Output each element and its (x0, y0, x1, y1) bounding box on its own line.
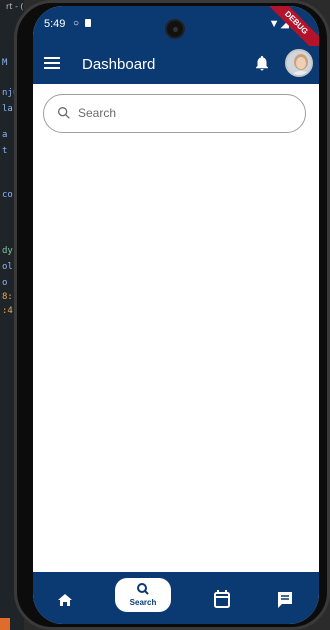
ide-fragment: a (2, 130, 8, 140)
ide-fragment: :4 (2, 306, 13, 316)
ide-fragment: t (2, 146, 8, 156)
bottom-navigation: Search (33, 572, 319, 624)
status-time: 5:49 (44, 18, 66, 30)
ide-fragment: co (2, 190, 13, 200)
calendar-icon (214, 590, 230, 608)
status-bar: 5:49 ○ ▼◢▮ DEBUG (33, 6, 319, 60)
page-title: Dashboard (82, 56, 156, 73)
nav-item-messages[interactable] (265, 582, 305, 614)
ide-marker (0, 618, 10, 630)
ide-fragment: o (2, 278, 8, 288)
app-screen: 5:49 ○ ▼◢▮ DEBUG Dashboard Search Search (33, 6, 319, 624)
shield-icon: ○ (73, 18, 80, 29)
ide-caption: rt - ( (6, 2, 24, 11)
ide-fragment: ol (2, 262, 13, 272)
message-icon (278, 592, 292, 608)
search-input[interactable]: Search (43, 94, 306, 133)
nav-item-calendar[interactable] (202, 582, 242, 614)
notification-bell-icon[interactable] (253, 54, 271, 72)
menu-icon[interactable] (43, 54, 61, 72)
front-camera (165, 19, 185, 39)
avatar[interactable] (285, 49, 313, 77)
search-icon (58, 107, 70, 119)
ide-fragment: 8: (2, 292, 13, 302)
sim-card-icon (85, 19, 91, 27)
nav-item-search[interactable]: Search (115, 578, 171, 612)
ide-fragment: dy (2, 246, 13, 256)
search-icon (137, 583, 149, 595)
search-placeholder: Search (78, 106, 117, 120)
app-bar: Dashboard (33, 46, 319, 84)
home-icon (58, 594, 72, 606)
nav-item-search-label: Search (129, 598, 157, 607)
ide-fragment: M (2, 58, 8, 68)
nav-item-home[interactable] (45, 582, 85, 614)
